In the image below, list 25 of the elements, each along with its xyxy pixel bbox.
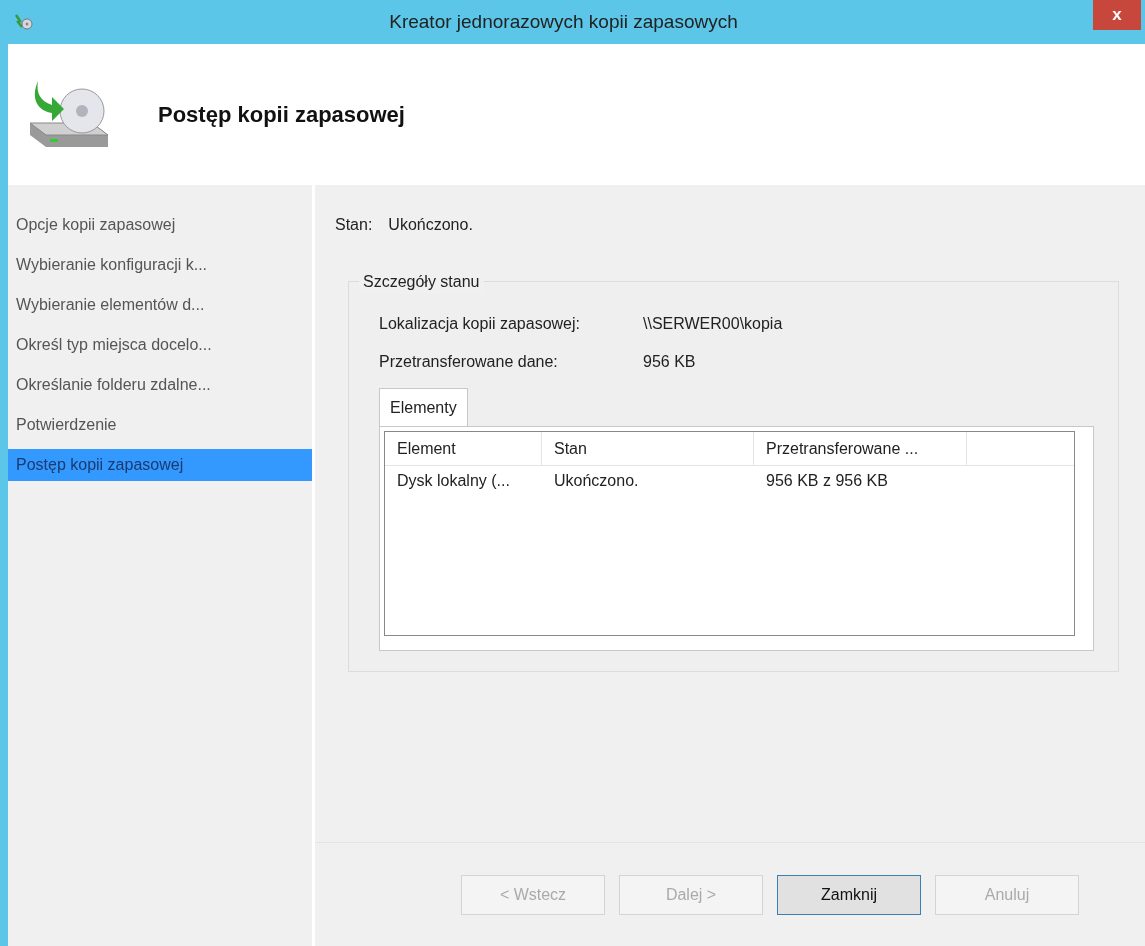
wizard-step: Określanie folderu zdalne...	[8, 369, 312, 401]
table-cell-text: Dysk lokalny (...	[396, 471, 511, 491]
field-label: Przetransferowane dane:	[379, 352, 559, 372]
wizard-step: Potwierdzenie	[8, 409, 312, 441]
wizard-step: Opcje kopii zapasowej	[8, 209, 312, 241]
window-title: Kreator jednorazowych kopii zapasowych	[388, 9, 739, 34]
column-header[interactable]: Przetransferowane ...	[754, 432, 967, 465]
wizard-button[interactable]: Zamknij	[777, 874, 921, 915]
field-value: 956 KB	[643, 352, 696, 372]
status-label: Stan:	[335, 215, 373, 235]
column-header[interactable]: Stan	[542, 432, 754, 465]
wizard-step: Określ typ miejsca docelo...	[8, 329, 312, 361]
wizard-step: Wybieranie konfiguracji k...	[8, 249, 312, 281]
wizard-step: Postęp kopii zapasowej	[8, 449, 312, 481]
table-cell-text: Ukończono.	[553, 471, 640, 491]
app-icon	[14, 13, 34, 31]
table-cell-text: 956 KB z 956 KB	[765, 471, 889, 491]
field-label: Lokalizacja kopii zapasowej:	[379, 314, 581, 334]
page-heading: Postęp kopii zapasowej	[158, 101, 405, 129]
wizard-step: Wybieranie elementów d...	[8, 289, 312, 321]
column-header[interactable]: Element	[385, 432, 542, 465]
status-value: Ukończono.	[388, 215, 473, 235]
tab[interactable]: Elementy	[379, 388, 468, 426]
close-button[interactable]: x	[1093, 0, 1141, 30]
field-value: \\SERWER00\kopia	[643, 314, 783, 334]
